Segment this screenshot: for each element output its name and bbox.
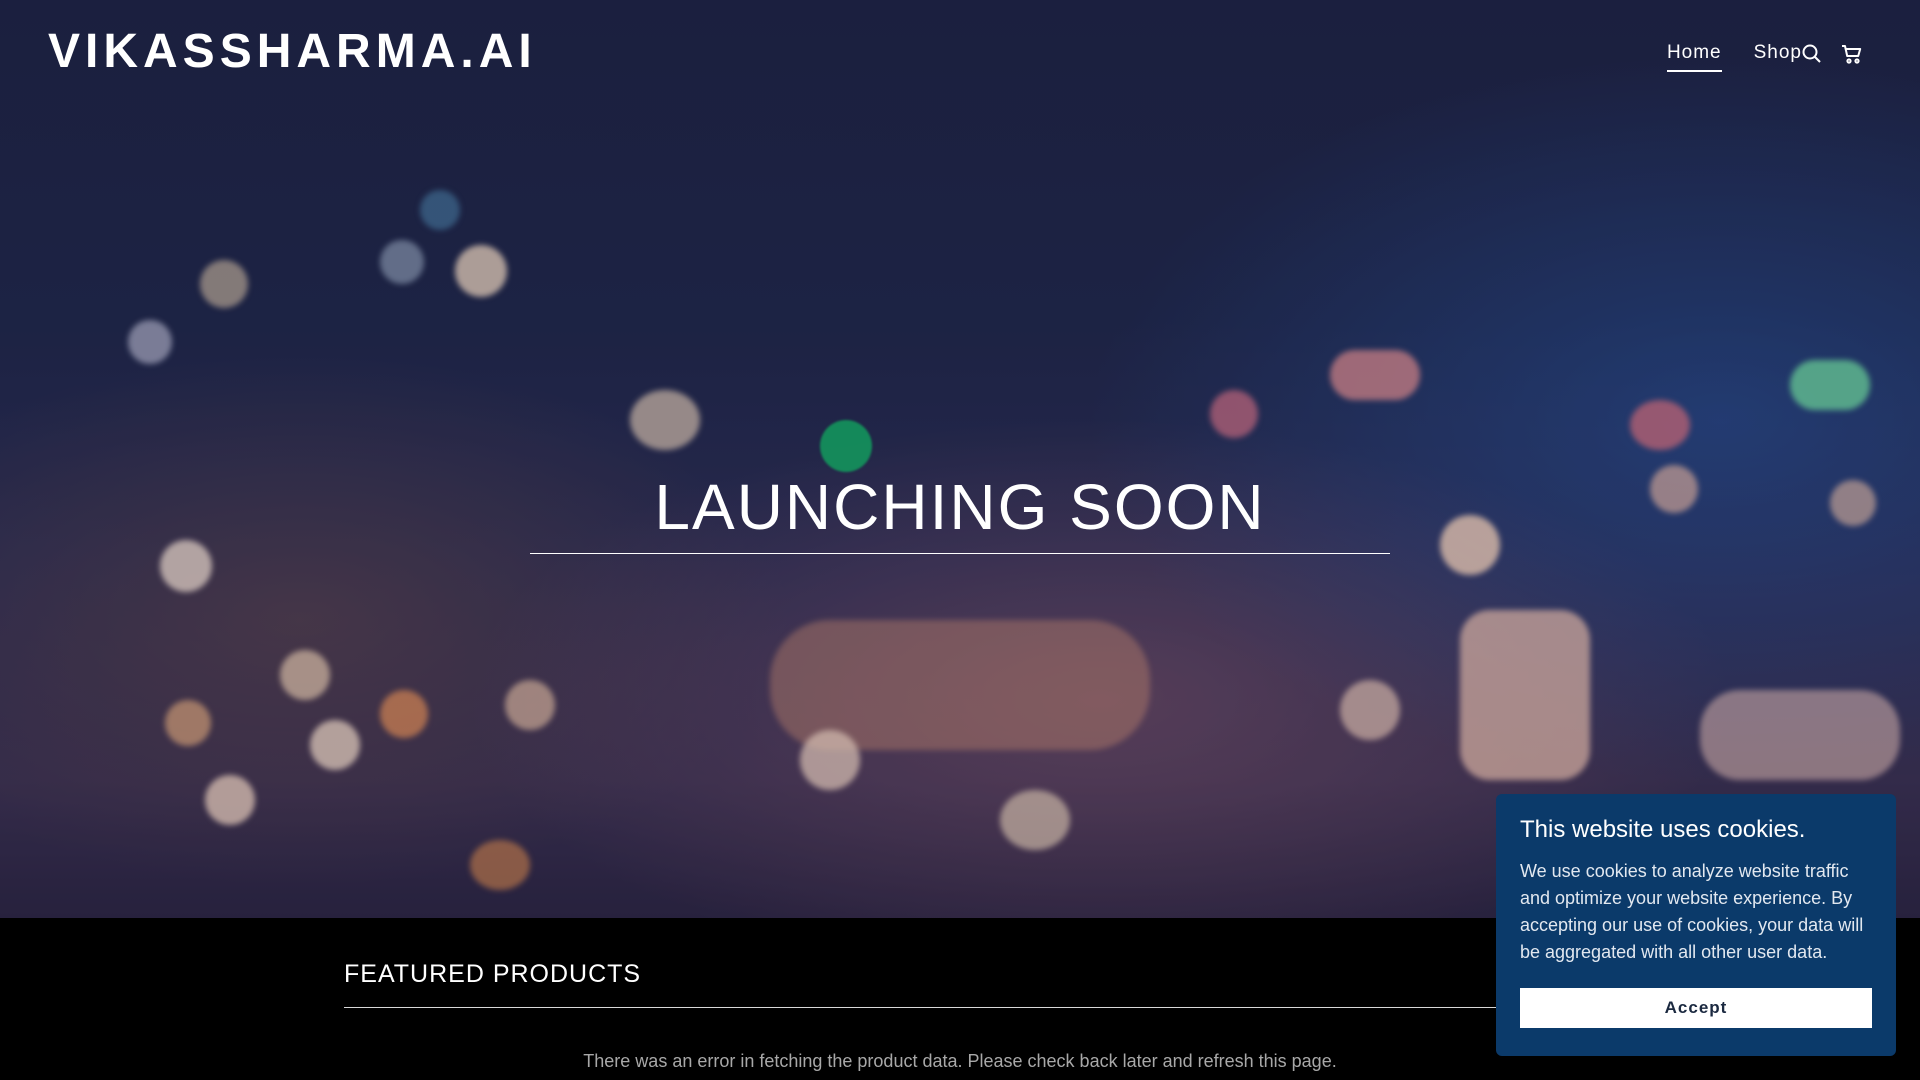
hero-background [0,0,1920,918]
nav-home[interactable]: Home [1666,42,1722,72]
site-logo[interactable]: VIKASSHARMA.AI [48,24,537,79]
featured-divider [344,1007,1574,1008]
main-nav: Home Shop [1666,42,1802,72]
accept-cookies-button[interactable]: Accept [1520,988,1872,1028]
cart-icon[interactable] [1840,42,1864,66]
cookie-title: This website uses cookies. [1520,816,1806,843]
site-header: VIKASSHARMA.AI Home Shop [0,0,1920,110]
nav-shop[interactable]: Shop [1754,42,1802,72]
cookie-banner: This website uses cookies. We use cookie… [1496,794,1896,1056]
cookie-description: We use cookies to analyze website traffi… [1520,861,1864,962]
featured-products-heading: FEATURED PRODUCTS [344,960,642,988]
hero-divider [530,553,1390,554]
hero-title: LAUNCHING SOON [654,471,1266,543]
search-icon[interactable] [1800,42,1824,66]
